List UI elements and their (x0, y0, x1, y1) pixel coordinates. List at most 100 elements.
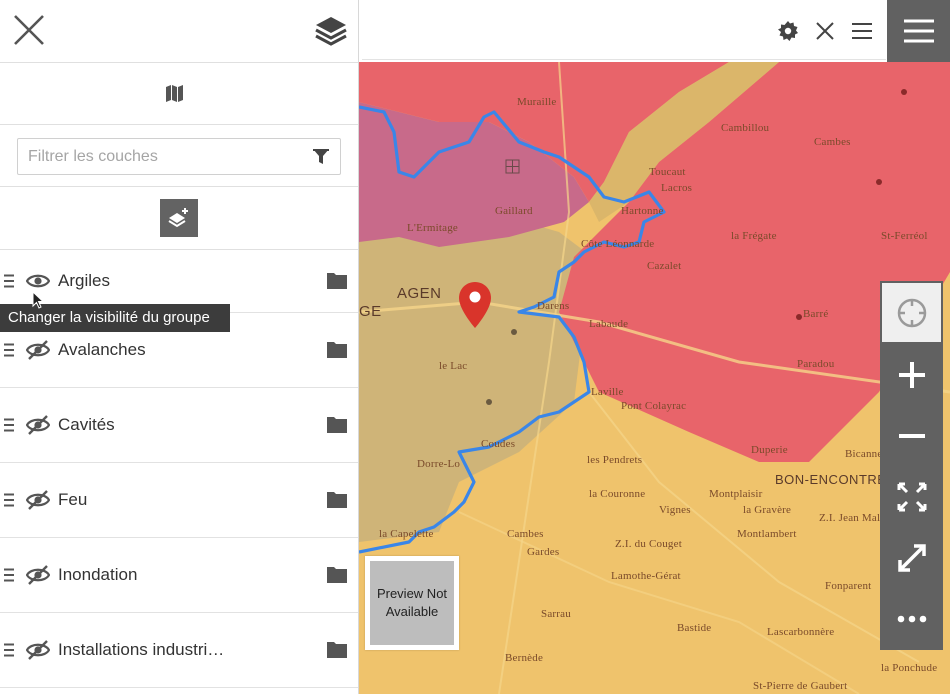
drag-handle-icon[interactable] (4, 613, 16, 687)
more-button[interactable] (880, 588, 943, 649)
place-label: la Capelette (379, 528, 434, 540)
place-label: Coudes (481, 438, 516, 450)
filter-layers-input[interactable] (18, 139, 308, 174)
eye-slash-icon[interactable] (25, 414, 51, 436)
place-label: Muraille (517, 96, 557, 108)
layer-row[interactable]: Feu (0, 463, 358, 538)
place-label: BON-ENCONTRE (775, 472, 887, 487)
place-label: Paradou (797, 358, 835, 370)
hamburger-icon (903, 19, 934, 43)
funnel-icon[interactable] (312, 148, 330, 171)
zoom-out-button[interactable] (880, 405, 943, 466)
place-label: Z.I. du Couget (615, 538, 682, 550)
folder-icon[interactable] (327, 416, 347, 438)
layers-panel: Argiles Avalanches Cavités Feu Inondation Ins… (0, 0, 359, 694)
place-label: Côte Léonnarde (581, 238, 655, 250)
place-label: Lacros (661, 182, 693, 194)
place-label: Fonparent (825, 580, 872, 592)
place-label: Duperie (751, 444, 788, 456)
hamburger-menu-button[interactable] (887, 0, 950, 62)
filter-row (0, 125, 358, 187)
place-label: la Couronne (589, 488, 646, 500)
place-label: Montplaisir (709, 488, 763, 500)
gear-icon[interactable] (775, 18, 801, 44)
place-label: AGEN (397, 285, 442, 302)
layer-row[interactable]: Inondation (0, 538, 358, 613)
eye-slash-icon[interactable] (25, 564, 51, 586)
eye-slash-icon[interactable] (25, 339, 51, 361)
filter-box (17, 138, 341, 175)
place-label: Montlambert (737, 528, 797, 540)
place-label: Pont Colayrac (621, 400, 687, 412)
folder-icon[interactable] (327, 566, 347, 588)
layer-row[interactable]: Cavités (0, 388, 358, 463)
place-label: les Pendrets (587, 454, 643, 466)
preview-text-line1: Preview Not (376, 586, 448, 601)
place-label: GE (359, 303, 382, 320)
basemap-preview[interactable]: Preview Not Available (365, 556, 459, 650)
place-label: Cambillou (721, 122, 770, 134)
mouse-cursor-icon (32, 290, 45, 314)
place-label: St-Ferréol (881, 230, 928, 242)
list-icon[interactable] (849, 18, 875, 44)
place-label: Toucaut (649, 166, 686, 178)
close-panel-button[interactable] (12, 13, 46, 47)
place-label: la Frégate (731, 230, 777, 242)
drag-handle-icon[interactable] (4, 388, 16, 462)
place-label: Cambes (814, 136, 851, 148)
search-bar[interactable] (362, 2, 886, 60)
place-label: le Lac (439, 360, 468, 372)
layer-name: Cavités (58, 415, 115, 434)
layers-icon (314, 15, 348, 47)
zoom-in-button[interactable] (880, 344, 943, 405)
fullscreen-icon (897, 543, 926, 572)
drag-handle-icon[interactable] (4, 538, 16, 612)
place-label: Sarrau (541, 608, 571, 620)
folder-icon[interactable] (327, 641, 347, 663)
zoom-extent-button[interactable] (880, 466, 943, 527)
place-label: Dorre-Lo (417, 458, 461, 470)
panel-header (0, 0, 358, 62)
eye-icon[interactable] (25, 270, 51, 292)
close-icon[interactable] (812, 18, 838, 44)
add-layer-button[interactable] (160, 199, 198, 237)
folder-icon[interactable] (327, 341, 347, 363)
place-label: Darens (537, 300, 570, 312)
layer-name: Installations industri… (58, 640, 225, 659)
layer-name: Feu (58, 490, 88, 509)
place-label: Hartonne (621, 205, 664, 217)
place-label: Gardes (527, 546, 560, 558)
map-marker-icon[interactable] (459, 282, 491, 333)
folder-icon[interactable] (327, 272, 347, 294)
fullscreen-button[interactable] (880, 527, 943, 588)
minus-icon (898, 433, 925, 438)
folder-icon[interactable] (327, 491, 347, 513)
ellipsis-icon (897, 615, 926, 622)
expand-arrows-icon (897, 482, 926, 511)
place-label: St-Pierre de Gaubert (753, 680, 848, 692)
place-label: Vignes (659, 504, 691, 516)
place-label: la Ponchude (881, 662, 938, 674)
drag-handle-icon[interactable] (4, 463, 16, 537)
layer-name: Argiles (58, 271, 110, 290)
place-label: L'Ermitage (407, 222, 459, 234)
geolocate-button[interactable] (882, 283, 941, 342)
preview-placeholder: Preview Not Available (370, 561, 454, 645)
place-label: Bernède (505, 652, 544, 664)
app: Muraille Cambillou Cambes Toucaut Lacros… (0, 0, 950, 694)
plus-icon (898, 361, 925, 388)
map-catalog-icon[interactable] (165, 83, 185, 108)
place-label: Cambes (507, 528, 544, 540)
layer-name: Avalanches (58, 340, 146, 359)
place-label: Barré (803, 308, 829, 320)
place-label: Lamothe-Gérat (611, 570, 681, 582)
place-label: Bicanne (845, 448, 883, 460)
crosshair-icon (897, 298, 926, 327)
eye-slash-icon[interactable] (25, 489, 51, 511)
place-label: Lascarbonnère (767, 626, 835, 638)
layer-row[interactable]: Installations industri… (0, 613, 358, 688)
place-label: Bastide (677, 622, 712, 634)
eye-slash-icon[interactable] (25, 639, 51, 661)
drag-handle-icon[interactable] (4, 250, 16, 312)
preview-text-line2: Available (385, 604, 439, 619)
